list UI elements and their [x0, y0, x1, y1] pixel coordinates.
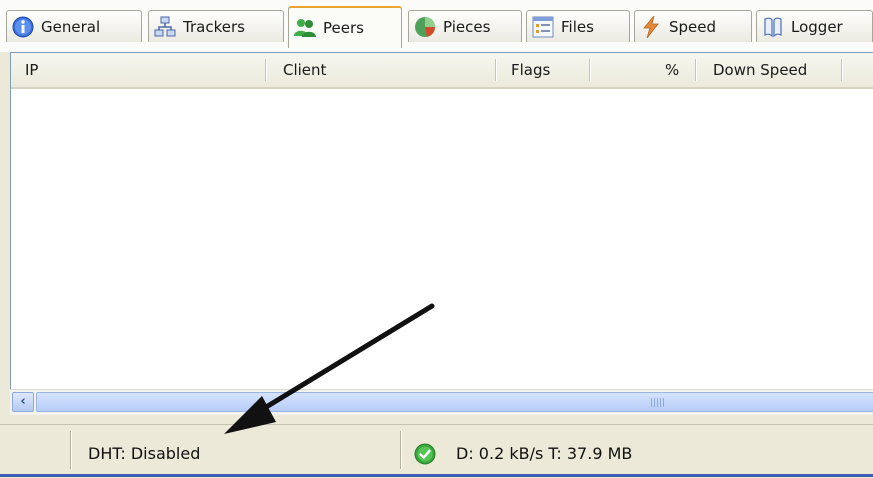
peers-icon	[294, 19, 316, 37]
column-header-row: IP Client Flags % Down Speed	[11, 53, 873, 89]
tab-label: Pieces	[443, 17, 491, 36]
column-header-client[interactable]: Client	[283, 53, 326, 87]
tab-peers[interactable]: Peers	[288, 6, 402, 48]
tab-trackers[interactable]: Trackers	[148, 10, 284, 42]
tab-strip: General Trackers Peers Pieces Files Spee…	[0, 0, 873, 52]
horizontal-scrollbar[interactable]: ‹	[10, 389, 873, 415]
pieces-icon	[415, 16, 435, 37]
tab-label: Logger	[791, 17, 843, 36]
tab-speed[interactable]: Speed	[634, 10, 752, 42]
chevron-left-icon: ‹	[20, 394, 26, 409]
column-divider[interactable]	[589, 59, 591, 81]
lightning-icon	[643, 15, 659, 38]
status-divider	[70, 431, 72, 469]
tab-pieces[interactable]: Pieces	[408, 10, 522, 42]
tab-label: Speed	[669, 17, 717, 36]
column-header-down-speed[interactable]: Down Speed	[713, 53, 807, 87]
dht-status[interactable]: DHT: Disabled	[88, 444, 200, 463]
tab-label: Files	[561, 17, 594, 36]
scrollbar-thumb[interactable]	[36, 392, 873, 412]
peers-list[interactable]: IP Client Flags % Down Speed	[10, 52, 873, 415]
column-header-flags[interactable]: Flags	[511, 53, 550, 87]
info-icon	[12, 16, 34, 37]
column-divider[interactable]	[495, 59, 497, 81]
column-divider[interactable]	[841, 59, 843, 81]
column-header-ip[interactable]: IP	[25, 53, 38, 87]
scroll-left-button[interactable]: ‹	[12, 392, 34, 412]
tab-label: General	[41, 17, 101, 36]
column-header-percent[interactable]: %	[665, 53, 679, 87]
check-circle-icon[interactable]	[414, 443, 436, 465]
tab-general[interactable]: General	[6, 10, 142, 42]
network-icon	[154, 16, 176, 36]
tab-files[interactable]: Files	[526, 10, 630, 42]
files-icon	[532, 16, 554, 37]
column-divider[interactable]	[265, 59, 267, 81]
tab-label: Peers	[323, 19, 364, 37]
tab-label: Trackers	[183, 17, 245, 36]
transfer-status: D: 0.2 kB/s T: 37.9 MB	[456, 444, 633, 463]
logger-icon	[764, 17, 782, 37]
column-divider[interactable]	[695, 59, 697, 81]
tab-logger[interactable]: Logger	[756, 10, 873, 42]
status-divider	[400, 431, 402, 469]
grip-icon	[651, 398, 665, 407]
